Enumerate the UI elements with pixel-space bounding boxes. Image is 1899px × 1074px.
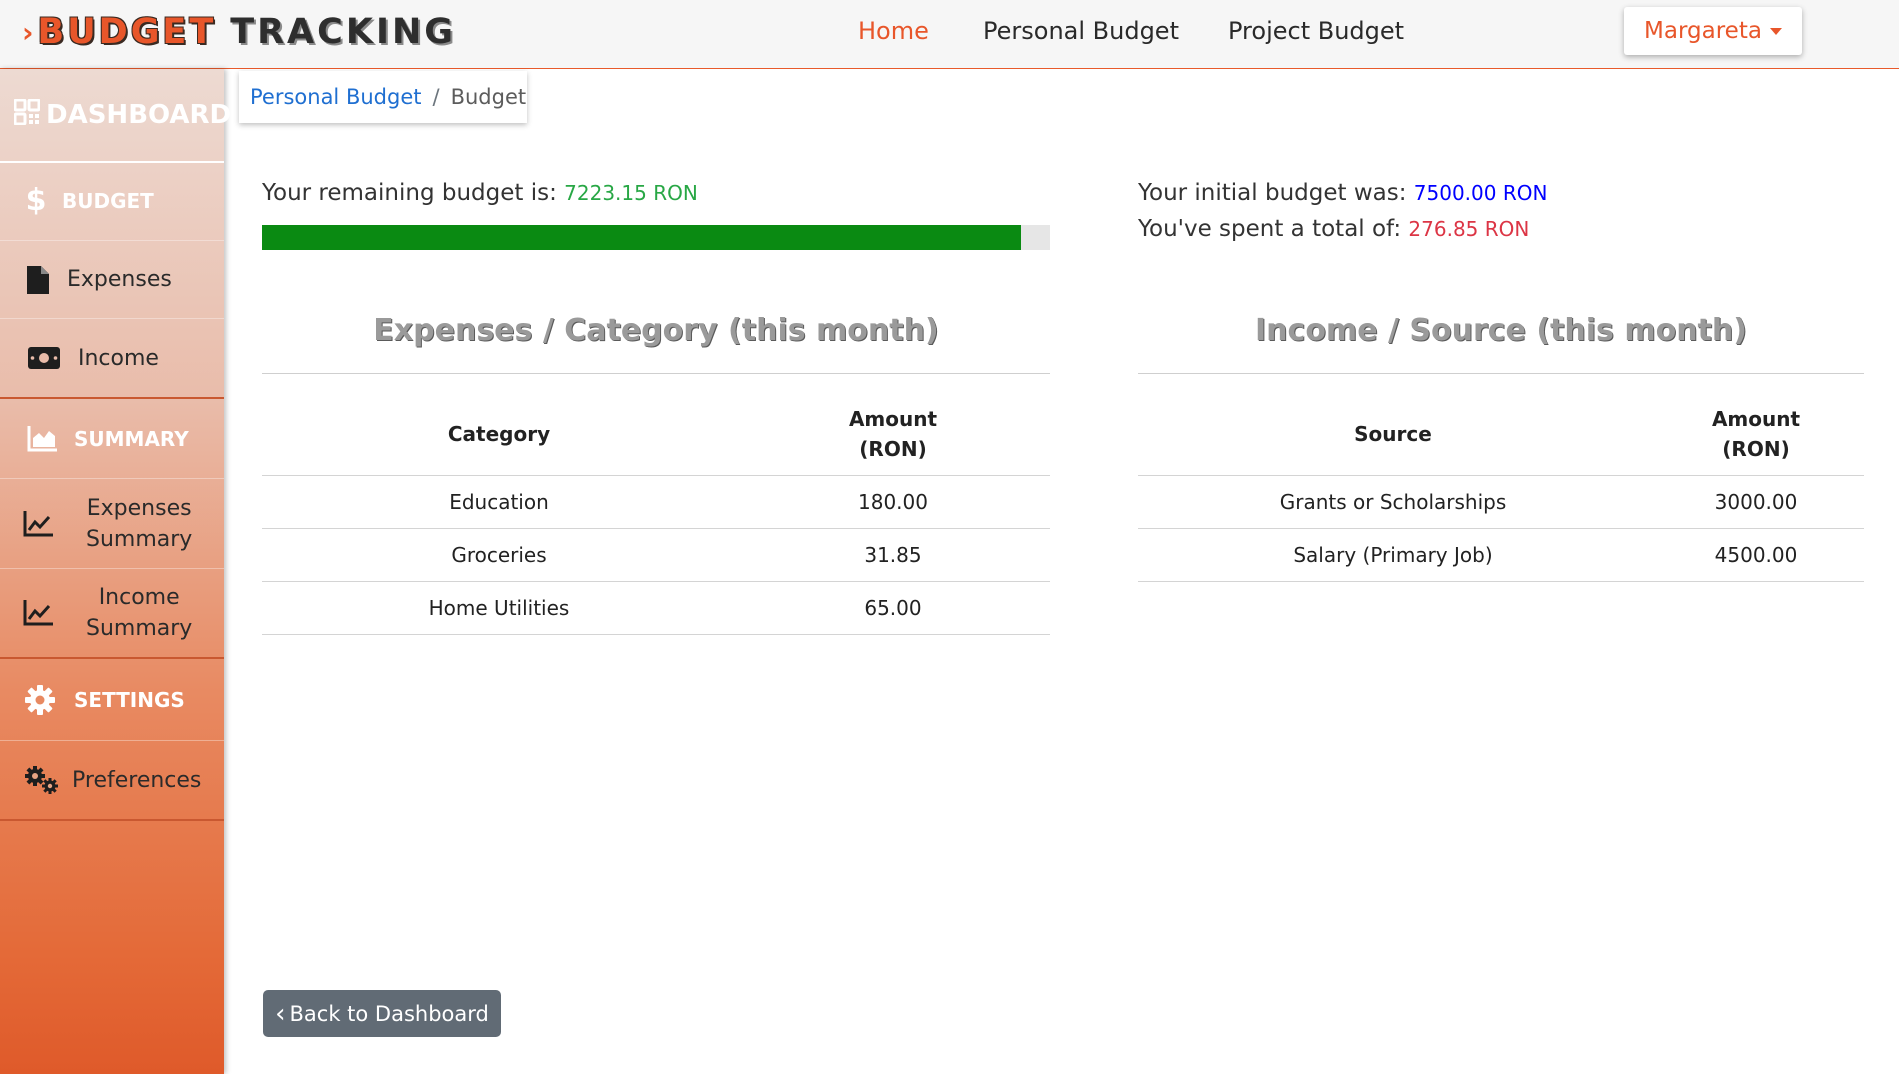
sidebar-dashboard-link[interactable]: DASHBOARD — [0, 69, 231, 163]
income-table-header-row: Source Amount (RON) — [1138, 393, 1864, 476]
sidebar-item-expenses[interactable]: Expenses — [0, 241, 224, 319]
money-bill-icon — [24, 347, 64, 369]
caret-down-icon — [1769, 28, 1782, 35]
line-chart-icon — [18, 510, 58, 537]
table-row: Groceries 31.85 — [262, 528, 1050, 582]
table-row: Salary (Primary Job) 4500.00 — [1138, 528, 1864, 582]
breadcrumb-current: Budget — [450, 85, 527, 109]
expenses-table-title: Expenses / Category (this month) — [373, 313, 939, 348]
breadcrumb-separator: / — [432, 85, 440, 109]
remaining-budget-text: Your remaining budget is: 7223.15 RON — [262, 180, 698, 206]
remaining-budget-value: 7223.15 RON — [564, 181, 698, 205]
budget-progress-fill — [262, 225, 1021, 250]
income-col-amount-header: Amount (RON) — [1648, 393, 1864, 476]
income-amount-cell: 4500.00 — [1648, 528, 1864, 582]
sidebar-section-settings-label: SETTINGS — [74, 687, 185, 712]
back-to-dashboard-label: Back to Dashboard — [289, 1001, 489, 1026]
back-to-dashboard-button[interactable]: ‹ Back to Dashboard — [263, 990, 501, 1037]
income-amount-cell: 3000.00 — [1648, 475, 1864, 529]
sidebar-item-income-label: Income — [78, 345, 159, 371]
table-row: Home Utilities 65.00 — [262, 581, 1050, 635]
sidebar-item-income-summary-line2: Summary — [86, 616, 193, 641]
expenses-table: Category Amount (RON) Education 180.00 G… — [262, 393, 1050, 635]
breadcrumb: Personal Budget / Budget — [239, 71, 527, 123]
line-chart-icon — [18, 600, 58, 626]
initial-budget-text: Your initial budget was: 7500.00 RON — [1138, 180, 1547, 206]
expenses-title-divider — [262, 373, 1050, 374]
sidebar: DASHBOARD $ BUDGET Expenses Income SUMMA… — [0, 69, 231, 1074]
income-table: Source Amount (RON) Grants or Scholarshi… — [1138, 393, 1864, 582]
brand-logo[interactable]: › BUDGET TRACKING — [22, 4, 456, 60]
income-title-divider — [1138, 373, 1864, 374]
spent-total-value: 276.85 RON — [1408, 217, 1530, 241]
expense-amount-cell: 180.00 — [736, 475, 1050, 529]
dashboard-icon — [13, 98, 41, 132]
nav-project-budget-link[interactable]: Project Budget — [1228, 14, 1404, 48]
income-col-amount-line2: (RON) — [1722, 437, 1790, 461]
expense-category-cell: Home Utilities — [262, 581, 736, 635]
expense-amount-cell: 31.85 — [736, 528, 1050, 582]
brand-word-tracking: TRACKING — [230, 12, 456, 52]
chevron-left-icon: ‹ — [275, 998, 286, 1029]
table-row: Education 180.00 — [262, 475, 1050, 529]
sidebar-item-income-summary-line1: Income — [98, 585, 180, 610]
brand-chevron-icon: › — [22, 15, 34, 49]
sidebar-section-settings[interactable]: SETTINGS — [0, 659, 224, 741]
sidebar-item-preferences-label: Preferences — [72, 767, 202, 793]
user-dropdown-button[interactable]: Margareta — [1624, 7, 1802, 55]
top-navbar: › BUDGET TRACKING Home Personal Budget P… — [0, 0, 1899, 69]
file-icon — [18, 265, 58, 294]
initial-budget-value: 7500.00 RON — [1413, 181, 1548, 205]
sidebar-dashboard-label: DASHBOARD — [46, 100, 232, 130]
remaining-budget-label: Your remaining budget is: — [262, 180, 557, 206]
breadcrumb-personal-budget-link[interactable]: Personal Budget — [250, 85, 421, 109]
initial-budget-label: Your initial budget was: — [1138, 180, 1407, 206]
dollar-icon: $ — [25, 183, 47, 218]
sidebar-item-expenses-summary-line1: Expenses — [86, 495, 192, 521]
brand-word-budget: BUDGET — [37, 12, 217, 52]
gears-icon — [22, 765, 62, 795]
spent-total-text: You've spent a total of: 276.85 RON — [1138, 216, 1529, 242]
expense-category-cell: Education — [262, 475, 736, 529]
expenses-table-header-row: Category Amount (RON) — [262, 393, 1050, 476]
sidebar-item-income[interactable]: Income — [0, 319, 224, 399]
expenses-col-amount-header: Amount (RON) — [736, 393, 1050, 476]
expense-amount-cell: 65.00 — [736, 581, 1050, 635]
gear-icon — [20, 684, 60, 715]
nav-home-link[interactable]: Home — [858, 14, 929, 48]
sidebar-item-expenses-summary-line2: Summary — [86, 526, 193, 552]
sidebar-section-budget-label: BUDGET — [62, 188, 154, 213]
spent-total-label: You've spent a total of: — [1138, 216, 1402, 242]
expenses-col-amount-line1: Amount — [848, 407, 938, 431]
sidebar-item-income-summary[interactable]: Income Summary — [0, 569, 224, 659]
sidebar-item-expenses-summary[interactable]: Expenses Summary — [0, 479, 224, 569]
sidebar-section-summary-label: SUMMARY — [74, 426, 189, 451]
area-chart-icon — [22, 425, 62, 452]
budget-progress-bar — [262, 225, 1050, 250]
user-name: Margareta — [1644, 18, 1762, 44]
expenses-col-category-header: Category — [262, 393, 736, 476]
income-source-cell: Salary (Primary Job) — [1138, 528, 1648, 582]
sidebar-section-budget[interactable]: $ BUDGET — [0, 161, 224, 241]
sidebar-item-preferences[interactable]: Preferences — [0, 741, 224, 821]
expense-category-cell: Groceries — [262, 528, 736, 582]
income-col-source-header: Source — [1138, 393, 1648, 476]
income-table-title: Income / Source (this month) — [1255, 313, 1747, 348]
income-col-amount-line1: Amount — [1711, 407, 1801, 431]
nav-personal-budget-link[interactable]: Personal Budget — [983, 14, 1179, 48]
sidebar-item-expenses-label: Expenses — [67, 267, 172, 292]
sidebar-section-summary[interactable]: SUMMARY — [0, 399, 224, 479]
income-source-cell: Grants or Scholarships — [1138, 475, 1648, 529]
table-row: Grants or Scholarships 3000.00 — [1138, 475, 1864, 529]
expenses-col-amount-line2: (RON) — [859, 437, 927, 461]
